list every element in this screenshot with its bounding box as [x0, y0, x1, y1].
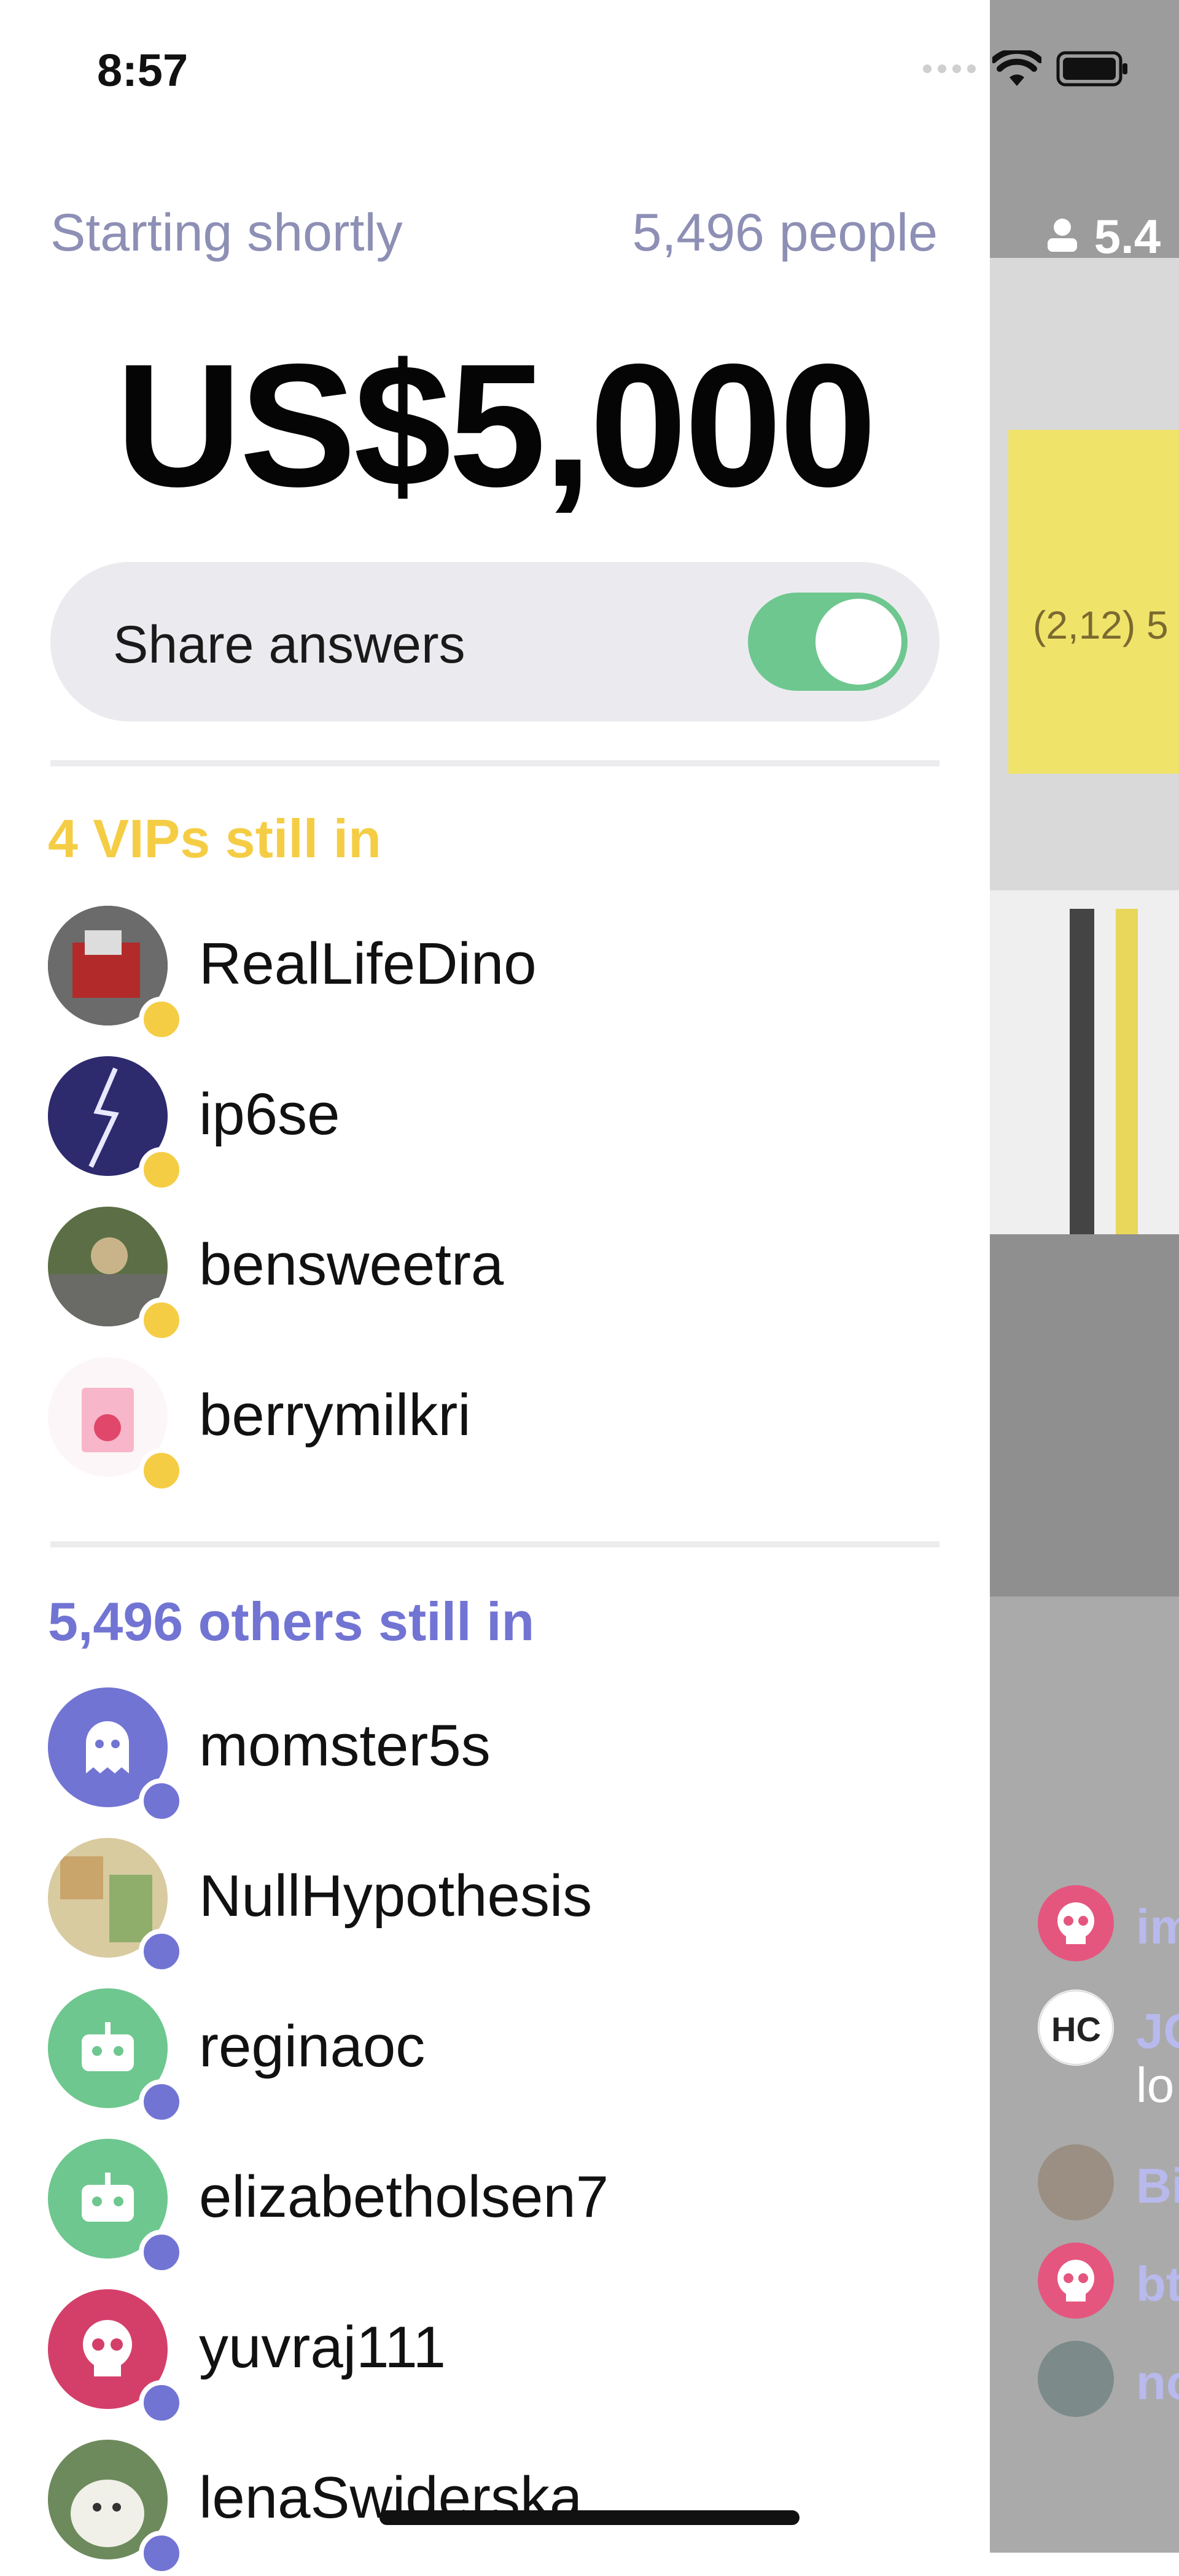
username: elizabetholsen7 [199, 2164, 609, 2230]
skull-icon [1057, 1902, 1094, 1944]
toggle-knob [815, 599, 901, 685]
svg-text:(2,12) 5: (2,12) 5 [1033, 603, 1169, 647]
svg-text:HC: HC [1051, 2010, 1101, 2049]
status-badge [139, 2079, 184, 2125]
share-answers-label: Share answers [113, 615, 465, 674]
player-row[interactable]: yuvraj111 [48, 2289, 938, 2426]
person-icon [1044, 209, 1094, 263]
players-panel: Starting shortly 5,496 people US$5,000 S… [0, 0, 990, 2576]
divider [50, 1541, 940, 1547]
avatar [1038, 2144, 1114, 2220]
username: momster5s [199, 1713, 491, 1778]
vip-badge [139, 1147, 184, 1193]
chat-text: lo [1136, 2058, 1175, 2112]
wifi-icon [990, 47, 1043, 90]
player-row[interactable]: elizabetholsen7 [48, 2139, 938, 2275]
skull-icon [1057, 2260, 1094, 2302]
status-badge [139, 2531, 184, 2576]
vip-row[interactable]: RealLifeDino [48, 906, 938, 1042]
chat-message: no [1038, 2341, 1179, 2421]
chat-message: im [1038, 1885, 1179, 1965]
share-answers-row: Share answers [50, 562, 940, 722]
status-badge [139, 1929, 184, 1974]
vip-section-title: 4 VIPs still in [48, 808, 381, 869]
home-indicator[interactable] [379, 2510, 800, 2525]
username: reginaoc [199, 2014, 426, 2079]
others-section-title: 5,496 others still in [48, 1591, 535, 1652]
vip-badge [139, 1448, 184, 1493]
battery-icon [1056, 51, 1130, 90]
avatar [1038, 2243, 1114, 2319]
vip-badge [139, 1298, 184, 1343]
game-status: Starting shortly [50, 203, 403, 262]
signal-icon [921, 63, 978, 78]
status-icons [921, 47, 1130, 90]
chat-username: bt [1136, 2257, 1179, 2311]
avatar [1038, 1885, 1114, 1961]
chat-message: Bi [1038, 2144, 1179, 2224]
chat-message: HC JC lo [1038, 1990, 1179, 2112]
status-time: 8:57 [97, 45, 189, 96]
vip-row[interactable]: bensweetra [48, 1207, 938, 1343]
username: RealLifeDino [199, 931, 537, 997]
username: yuvraj111 [199, 2314, 446, 2380]
player-row[interactable]: momster5s [48, 1687, 938, 1824]
chat-message: bt [1038, 2243, 1179, 2322]
chat-username: JC [1136, 2004, 1179, 2058]
vip-row[interactable]: berrymilkri [48, 1357, 938, 1493]
username: berrymilkri [199, 1382, 471, 1448]
username: ip6se [199, 1081, 340, 1147]
logo-icon: HC [1038, 1990, 1113, 2065]
divider [50, 760, 940, 766]
prize-amount: US$5,000 [115, 328, 877, 523]
vip-badge [139, 997, 184, 1042]
chat-username: Bi [1136, 2158, 1179, 2213]
viewer-count: 5.4 [1044, 209, 1161, 265]
viewer-count-label: 5.4 [1094, 209, 1161, 263]
player-row[interactable]: NullHypothesis [48, 1838, 938, 1974]
player-row[interactable]: reginaoc [48, 1988, 938, 2125]
username: bensweetra [199, 1232, 504, 1298]
avatar [1038, 2341, 1114, 2417]
avatar: HC [1038, 1990, 1114, 2066]
chat-username: no [1136, 2355, 1179, 2410]
people-count: 5,496 people [632, 203, 938, 262]
status-badge [139, 2230, 184, 2275]
chat-username: im [1136, 1899, 1179, 1954]
share-answers-toggle[interactable] [748, 593, 908, 691]
vip-row[interactable]: ip6se [48, 1056, 938, 1193]
status-badge [139, 1778, 184, 1824]
player-row[interactable]: lenaSwiderska [48, 2440, 938, 2576]
status-badge [139, 2380, 184, 2426]
username: NullHypothesis [199, 1863, 593, 1929]
